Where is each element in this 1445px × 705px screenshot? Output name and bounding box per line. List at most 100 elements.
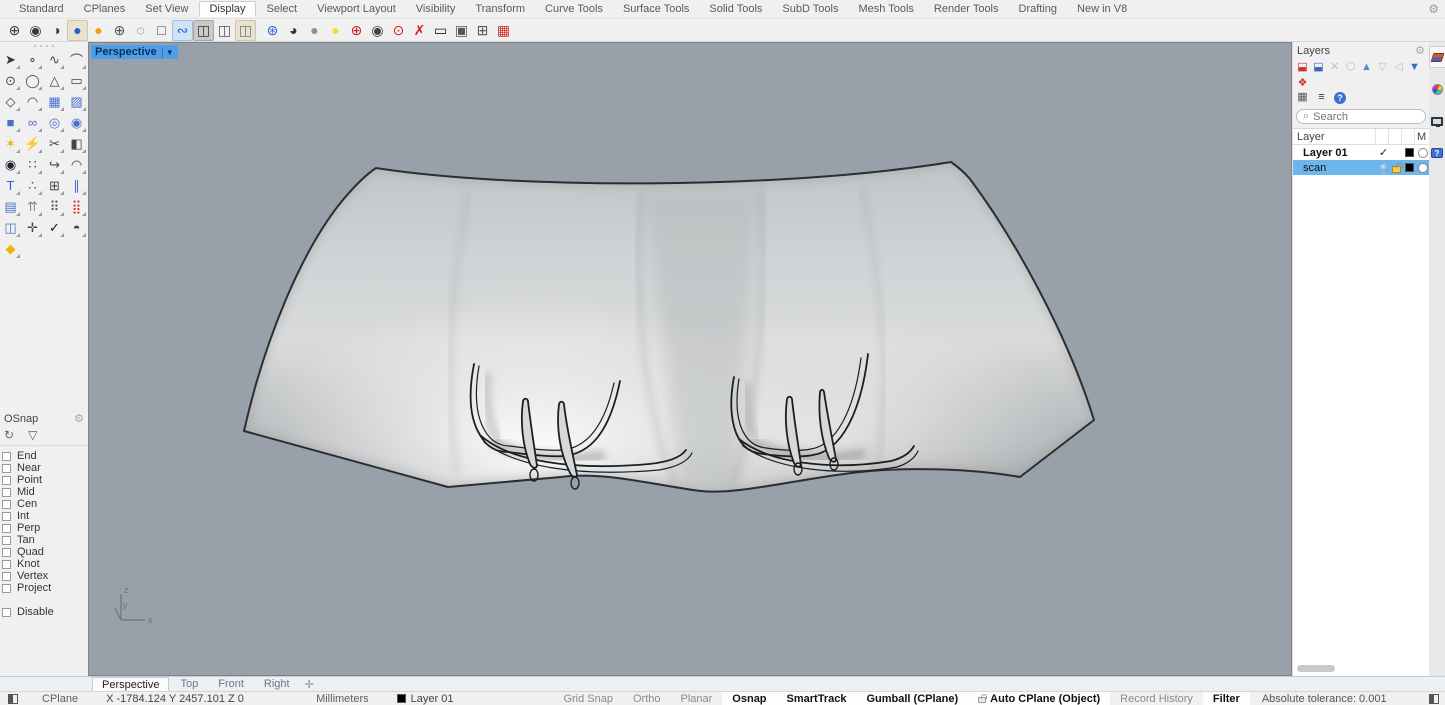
status-toggle-gumball-cplane[interactable]: Gumball (CPlane) (856, 692, 968, 705)
osnap-option-disable[interactable]: Disable (2, 606, 88, 618)
status-toggle-grid-snap[interactable]: Grid Snap (553, 692, 623, 705)
curve-handles-icon[interactable]: ⌒ (66, 49, 87, 70)
layers-tab-icon[interactable] (1429, 46, 1445, 68)
fillet-curve-icon[interactable]: ↪ (44, 154, 65, 175)
visibility-bulb-icon[interactable] (1380, 164, 1388, 172)
layer-color-swatch[interactable] (1405, 163, 1414, 172)
material-circle-icon[interactable] (1418, 163, 1428, 173)
box-icon[interactable]: ■ (0, 112, 21, 133)
menu-item-render-tools[interactable]: Render Tools (925, 2, 1008, 16)
osnap-option-end[interactable]: End (2, 450, 88, 462)
monitor-icon[interactable]: ▭ (430, 20, 451, 41)
pen-display-icon[interactable]: ◫ (193, 20, 214, 41)
polyline-icon[interactable]: ◇ (0, 91, 21, 112)
grid-view-icon[interactable]: ▦ (1296, 91, 1309, 104)
layers-hscrollbar[interactable] (1297, 665, 1335, 672)
status-toggle-planar[interactable]: Planar (671, 692, 723, 705)
duplicate-layer-icon[interactable]: ⬡ (1344, 61, 1357, 74)
curve-interpolate-icon[interactable]: ∿ (44, 49, 65, 70)
red-target-icon[interactable]: ⊕ (346, 20, 367, 41)
cap-icon[interactable]: ◓ (66, 217, 87, 238)
menu-item-set-view[interactable]: Set View (136, 2, 197, 16)
circle-center-icon[interactable]: ⊙ (0, 70, 21, 91)
color-grid-icon[interactable]: ▦ (493, 20, 514, 41)
trim-icon[interactable]: ✂ (44, 133, 65, 154)
checkbox[interactable] (2, 536, 11, 545)
checkbox[interactable] (2, 500, 11, 509)
red-camera-icon[interactable]: ⊙ (388, 20, 409, 41)
gumball-icon[interactable]: ✛ (22, 217, 43, 238)
ellipse-icon[interactable]: ◯ (22, 70, 43, 91)
menu-item-cplanes[interactable]: CPlanes (75, 2, 135, 16)
arc-icon[interactable]: ◠ (22, 91, 43, 112)
color-wheel-icon[interactable] (1429, 78, 1445, 100)
status-toggle-osnap[interactable]: Osnap (722, 692, 776, 705)
mirror-icon[interactable]: ∥ (66, 175, 87, 196)
layer-color-swatch[interactable] (1405, 148, 1414, 157)
move-down-icon[interactable]: ▽ (1376, 61, 1389, 74)
osnap-option-int[interactable]: Int (2, 510, 88, 522)
osnap-option-vertex[interactable]: Vertex (2, 570, 88, 582)
move-points-icon[interactable]: ∴ (22, 175, 43, 196)
layers-stack-icon[interactable]: ▤ (0, 196, 21, 217)
gear-icon[interactable]: ⚙ (1428, 2, 1439, 16)
status-toggle-ortho[interactable]: Ortho (623, 692, 671, 705)
rendered-viewport-icon[interactable]: ◑ (46, 20, 67, 41)
menu-item-viewport-layout[interactable]: Viewport Layout (308, 2, 405, 16)
checkbox[interactable] (2, 524, 11, 533)
arctic-display-icon[interactable]: ◫ (235, 20, 256, 41)
layer-row-layer-01[interactable]: Layer 01✓ (1293, 145, 1429, 160)
shaded-viewport-icon[interactable]: ◉ (25, 20, 46, 41)
checkbox[interactable] (2, 476, 11, 485)
wireframe-viewport-icon[interactable]: ⊕ (4, 20, 25, 41)
layer-tools-icon[interactable]: ❖ (1296, 77, 1309, 90)
perspective-viewport[interactable]: Perspective ▼ (88, 42, 1292, 676)
osnap-option-mid[interactable]: Mid (2, 486, 88, 498)
rectangle-icon[interactable]: ▭ (66, 70, 87, 91)
units-button[interactable]: Millimeters (302, 693, 383, 705)
checkbox[interactable] (2, 452, 11, 461)
layer-row-scan[interactable]: scan (1293, 160, 1429, 175)
copy-group-icon[interactable]: ⊞ (44, 175, 65, 196)
select-pointer-icon[interactable]: ➤ (0, 49, 21, 70)
osnap-option-near[interactable]: Near (2, 462, 88, 474)
pane-toggle-icon[interactable] (1429, 694, 1439, 704)
checkbox[interactable] (2, 560, 11, 569)
status-toggle-auto-cplane-object[interactable]: Auto CPlane (Object) (968, 692, 1110, 705)
array-grid-icon[interactable]: ⠿ (44, 196, 65, 217)
grenade-sphere-icon[interactable]: ◕ (283, 20, 304, 41)
layer-search-box[interactable]: ⌕ (1296, 109, 1426, 124)
new-layer-icon[interactable]: ⬓ (1296, 61, 1309, 74)
spheres-icon[interactable]: ∞ (22, 112, 43, 133)
cylinder-icon[interactable]: ◎ (44, 112, 65, 133)
search-input[interactable] (1313, 111, 1403, 123)
checkbox[interactable] (2, 548, 11, 557)
display-monitor-icon[interactable] (1429, 110, 1445, 132)
menu-item-standard[interactable]: Standard (10, 2, 73, 16)
status-toggle-record-history[interactable]: Record History (1110, 692, 1203, 705)
menu-item-select[interactable]: Select (258, 2, 307, 16)
osnap-option-cen[interactable]: Cen (2, 498, 88, 510)
artistic-sphere-icon[interactable]: ● (88, 20, 109, 41)
cplane-button[interactable]: CPlane (28, 693, 92, 705)
osnap-toggle-icon[interactable]: ↻ (4, 428, 14, 442)
four-arrows-icon[interactable]: ✛ (305, 678, 314, 691)
status-toggle-filter[interactable]: Filter (1203, 692, 1250, 705)
linked-spheres-icon[interactable]: ⊛ (262, 20, 283, 41)
boolean-icon[interactable]: ◉ (0, 154, 21, 175)
viewport-tab-top[interactable]: Top (171, 677, 207, 691)
checkbox[interactable] (2, 608, 11, 617)
list-view-icon[interactable]: ≡ (1315, 91, 1328, 104)
extrude-icon[interactable]: ⇈ (22, 196, 43, 217)
checkbox[interactable] (2, 584, 11, 593)
help-icon[interactable]: ? (1429, 142, 1445, 164)
viewport-tab-front[interactable]: Front (209, 677, 253, 691)
osnap-option-quad[interactable]: Quad (2, 546, 88, 558)
gear-icon[interactable]: ⚙ (74, 412, 84, 425)
menu-item-surface-tools[interactable]: Surface Tools (614, 2, 698, 16)
viewport-tab-perspective[interactable]: Perspective (92, 677, 169, 691)
checkbox[interactable] (2, 464, 11, 473)
osnap-option-knot[interactable]: Knot (2, 558, 88, 570)
check-icon[interactable]: ✓ (44, 217, 65, 238)
raytraced-sphere-icon[interactable]: ● (67, 20, 88, 41)
